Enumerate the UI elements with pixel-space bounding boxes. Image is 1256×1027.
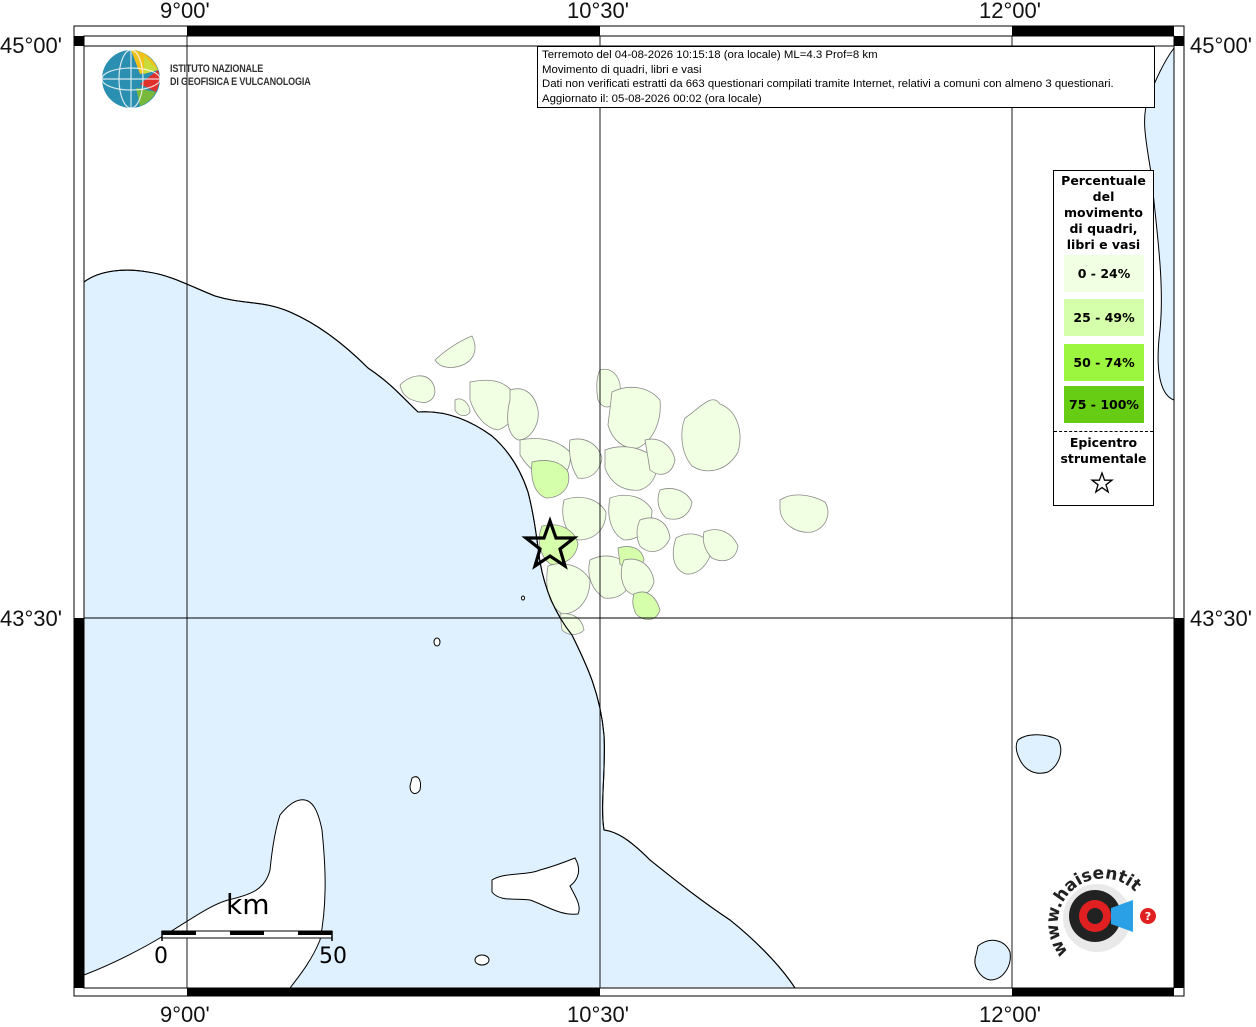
lon-label-top-10-30: 10°30' [567,0,629,23]
legend-title-line: libri e vasi [1066,237,1141,252]
lat-label-left-45: 45°00' [0,33,62,58]
event-title: Terremoto del 04-08-2026 10:15:18 (ora l… [542,49,878,61]
star-icon [1090,471,1114,494]
legend-epicenter-line: strumentale [1060,451,1147,466]
lat-label-right-45: 45°00' [1190,33,1252,58]
event-subtitle: Movimento di quadri, libri e vasi [542,63,702,76]
haisentito-badge[interactable]: ? www.haisentitoilterremoto.it [992,820,1163,986]
scale-start: 0 [154,944,168,969]
lon-label-top-12: 12°00' [979,0,1041,23]
legend-class-25-49: 25 - 49% [1064,299,1144,336]
globe-icon [101,49,161,109]
ingv-logo: ISTITUTO NAZIONALE DI GEOFISICA E VULCAN… [100,48,340,110]
legend-title: Percentuale del movimento di quadri, lib… [1054,173,1153,253]
legend-epicenter-label: Epicentro strumentale [1054,435,1153,467]
logo-line-1: ISTITUTO NAZIONALE [170,63,264,75]
haisentito-logo-icon: ? www.haisentitoilterremoto.it [992,820,1156,972]
capraia-island [409,776,421,794]
legend-class-0-24: 0 - 24% [1064,255,1144,292]
scale-end: 50 [319,944,347,969]
legend-title-line: del [1092,189,1115,204]
event-info-box: Terremoto del 04-08-2026 10:15:18 (ora l… [537,46,1155,108]
legend-title-line: movimento [1063,205,1143,220]
data-note: Dati non verificati estratti da 663 ques… [542,78,1114,91]
svg-text:?: ? [1145,910,1151,923]
lon-label-bottom-10-30: 10°30' [567,1002,629,1027]
legend: Percentuale del movimento di quadri, lib… [1053,170,1154,506]
logo-line-2: DI GEOFISICA E VULCANOLOGIA [170,76,311,88]
lon-label-bottom-12: 12°00' [979,1002,1041,1027]
gorgona-island [433,637,441,647]
lon-label-bottom-9: 9°00' [160,1002,210,1027]
legend-divider [1054,431,1153,432]
lon-label-top-9: 9°00' [160,0,210,23]
legend-title-line: Percentuale [1061,173,1146,188]
legend-class-75-100: 75 - 100% [1064,386,1144,423]
scale-unit: km [226,888,270,921]
legend-title-line: di quadri, [1069,221,1138,236]
lat-label-left-43-30: 43°30' [0,606,62,631]
update-time: Aggiornato il: 05-08-2026 00:02 (ora loc… [542,92,762,105]
pianosa-island [474,954,490,966]
meloria-islet [521,595,525,601]
legend-class-50-74: 50 - 74% [1064,344,1144,381]
legend-epicenter-line: Epicentro [1069,435,1138,450]
lat-label-right-43-30: 43°30' [1190,606,1252,631]
